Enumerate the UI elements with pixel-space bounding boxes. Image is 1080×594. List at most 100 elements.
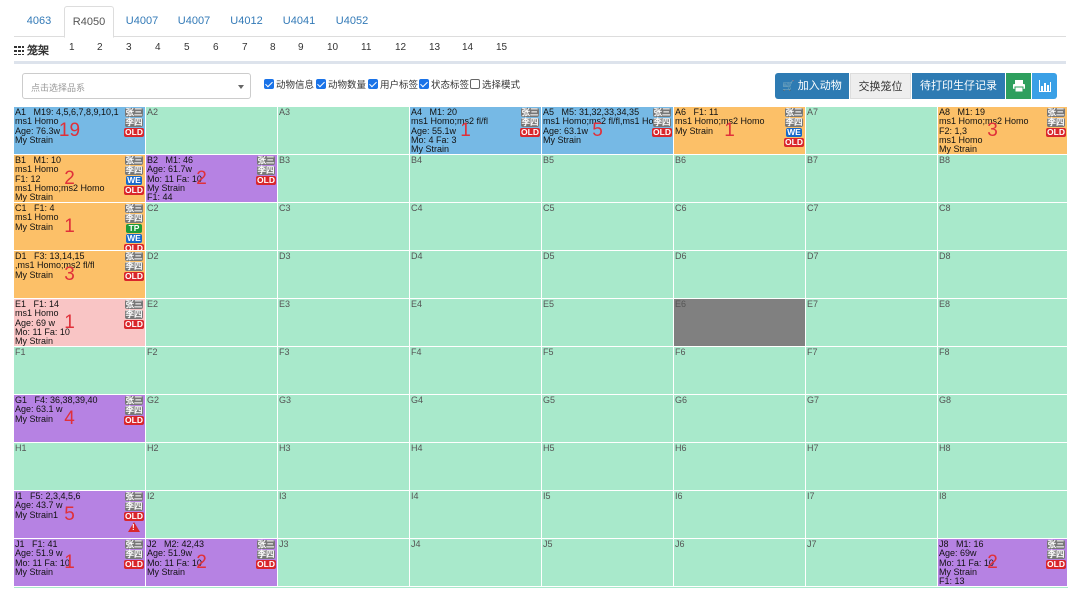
checkbox-2[interactable]: 动物数量	[316, 77, 366, 91]
cage-d6[interactable]: D6	[674, 251, 806, 299]
cage-i6[interactable]: I6	[674, 491, 806, 539]
cage-i5[interactable]: I5	[542, 491, 674, 539]
cage-g8[interactable]: G8	[938, 395, 1068, 443]
tab-4063[interactable]: 4063	[14, 6, 64, 37]
checkbox-checked-icon[interactable]	[264, 79, 274, 89]
cage-c8[interactable]: C8	[938, 203, 1068, 251]
cage-a1[interactable]: A1A1 M19: 4,5,6,7,8,9,10,1ms1 HomoAge: 7…	[14, 107, 146, 155]
cage-b1[interactable]: B1B1 M1: 10ms1 HomoF1: 12ms1 Homo;ms2 Ho…	[14, 155, 146, 203]
cage-j2[interactable]: J2J2 M2: 42,43Age: 51.9wMo: 11 Fa: 10My …	[146, 539, 278, 587]
cage-b7[interactable]: B7	[806, 155, 938, 203]
rack-number-2[interactable]: 2	[97, 42, 103, 53]
cage-g3[interactable]: G3	[278, 395, 410, 443]
cage-a7[interactable]: A7	[806, 107, 938, 155]
cage-g7[interactable]: G7	[806, 395, 938, 443]
tab-U4012[interactable]: U4012	[221, 6, 272, 37]
cage-f8[interactable]: F8	[938, 347, 1068, 395]
cage-d5[interactable]: D5	[542, 251, 674, 299]
cage-g5[interactable]: G5	[542, 395, 674, 443]
tab-U4041[interactable]: U4041	[274, 6, 324, 37]
cage-j1[interactable]: J1J1 F1: 41Age: 51.9 wMo: 11 Fa: 10My St…	[14, 539, 146, 587]
checkbox-checked-icon[interactable]	[368, 79, 378, 89]
cage-a6[interactable]: A6A6 F1: 11ms1 Homo;ms2 HomoMy Strain1张三…	[674, 107, 806, 155]
checkbox-1[interactable]: 动物信息	[264, 77, 314, 91]
strain-select[interactable]: 点击选择品系	[22, 73, 251, 99]
cage-c4[interactable]: C4	[410, 203, 542, 251]
cage-i2[interactable]: I2	[146, 491, 278, 539]
cage-f2[interactable]: F2	[146, 347, 278, 395]
cage-b8[interactable]: B8	[938, 155, 1068, 203]
rack-number-5[interactable]: 5	[184, 42, 190, 53]
checkbox-4[interactable]: 状态标签	[419, 77, 469, 91]
cage-h7[interactable]: H7	[806, 443, 938, 491]
print-button[interactable]	[1006, 73, 1031, 99]
cage-g4[interactable]: G4	[410, 395, 542, 443]
cage-j3[interactable]: J3	[278, 539, 410, 587]
cage-f3[interactable]: F3	[278, 347, 410, 395]
cage-d4[interactable]: D4	[410, 251, 542, 299]
cage-h6[interactable]: H6	[674, 443, 806, 491]
cage-j8[interactable]: J8J8 M1: 16Age: 69wMo: 11 Fa: 10My Strai…	[938, 539, 1068, 587]
cage-a4[interactable]: A4A4 M1: 20ms1 Homo;ms2 fl/flAge: 55.1wM…	[410, 107, 542, 155]
cage-e5[interactable]: E5	[542, 299, 674, 347]
rack-number-10[interactable]: 10	[327, 42, 338, 53]
cage-g6[interactable]: G6	[674, 395, 806, 443]
print-records-button[interactable]: 待打印生仔记录	[912, 73, 1005, 99]
tab-U4007[interactable]: U4007	[169, 6, 219, 37]
cage-a5[interactable]: A5A5 M5: 31,32,33,34,35ms1 Homo;ms2 fl/f…	[542, 107, 674, 155]
cage-h4[interactable]: H4	[410, 443, 542, 491]
cage-b3[interactable]: B3	[278, 155, 410, 203]
cage-c6[interactable]: C6	[674, 203, 806, 251]
cage-f6[interactable]: F6	[674, 347, 806, 395]
rack-number-14[interactable]: 14	[462, 42, 473, 53]
rack-number-11[interactable]: 11	[361, 42, 371, 53]
tab-U4007[interactable]: U4007	[117, 6, 167, 37]
cage-h1[interactable]: H1	[14, 443, 146, 491]
cage-e6[interactable]: E6	[674, 299, 806, 347]
rack-number-15[interactable]: 15	[496, 42, 507, 53]
cage-j6[interactable]: J6	[674, 539, 806, 587]
cage-i3[interactable]: I3	[278, 491, 410, 539]
cage-h2[interactable]: H2	[146, 443, 278, 491]
rack-number-9[interactable]: 9	[298, 42, 304, 53]
cage-b5[interactable]: B5	[542, 155, 674, 203]
cage-b4[interactable]: B4	[410, 155, 542, 203]
cage-j4[interactable]: J4	[410, 539, 542, 587]
cage-b2[interactable]: B2B2 M1: 46Age: 61.7wMo: 11 Fa: 10My Str…	[146, 155, 278, 203]
cage-d1[interactable]: D1D1 F3: 13,14,15,ms1 Homo;ms2 fl/flMy S…	[14, 251, 146, 299]
cage-i1[interactable]: I1I1 F5: 2,3,4,5,6Age: 43.7 wMy Strain15…	[14, 491, 146, 539]
cage-e2[interactable]: E2	[146, 299, 278, 347]
cage-e8[interactable]: E8	[938, 299, 1068, 347]
cage-c3[interactable]: C3	[278, 203, 410, 251]
cage-d8[interactable]: D8	[938, 251, 1068, 299]
cage-f7[interactable]: F7	[806, 347, 938, 395]
cage-e4[interactable]: E4	[410, 299, 542, 347]
chart-button[interactable]	[1032, 73, 1057, 99]
rack-number-12[interactable]: 12	[395, 42, 406, 53]
checkbox-unchecked-icon[interactable]	[470, 79, 480, 89]
cage-f4[interactable]: F4	[410, 347, 542, 395]
checkbox-3[interactable]: 用户标签	[368, 77, 418, 91]
cage-d2[interactable]: D2	[146, 251, 278, 299]
cage-a3[interactable]: A3	[278, 107, 410, 155]
cage-c7[interactable]: C7	[806, 203, 938, 251]
cage-c1[interactable]: C1C1 F1: 4ms1 HomoMy Strain1张三李四TPWEOLD	[14, 203, 146, 251]
rack-number-13[interactable]: 13	[429, 42, 440, 53]
cage-j5[interactable]: J5	[542, 539, 674, 587]
cage-a8[interactable]: A8A8 M1: 19ms1 Homo;ms2 HomoF2: 1,3ms1 H…	[938, 107, 1068, 155]
cage-h5[interactable]: H5	[542, 443, 674, 491]
add-animal-button[interactable]: 🛒 加入动物	[775, 73, 849, 99]
rack-number-8[interactable]: 8	[270, 42, 276, 53]
cage-e7[interactable]: E7	[806, 299, 938, 347]
checkbox-checked-icon[interactable]	[419, 79, 429, 89]
cage-e3[interactable]: E3	[278, 299, 410, 347]
cage-f1[interactable]: F1	[14, 347, 146, 395]
cage-d7[interactable]: D7	[806, 251, 938, 299]
cage-i4[interactable]: I4	[410, 491, 542, 539]
rack-number-4[interactable]: 4	[155, 42, 161, 53]
cage-b6[interactable]: B6	[674, 155, 806, 203]
cage-c5[interactable]: C5	[542, 203, 674, 251]
cage-h8[interactable]: H8	[938, 443, 1068, 491]
cage-f5[interactable]: F5	[542, 347, 674, 395]
cage-a2[interactable]: A2	[146, 107, 278, 155]
